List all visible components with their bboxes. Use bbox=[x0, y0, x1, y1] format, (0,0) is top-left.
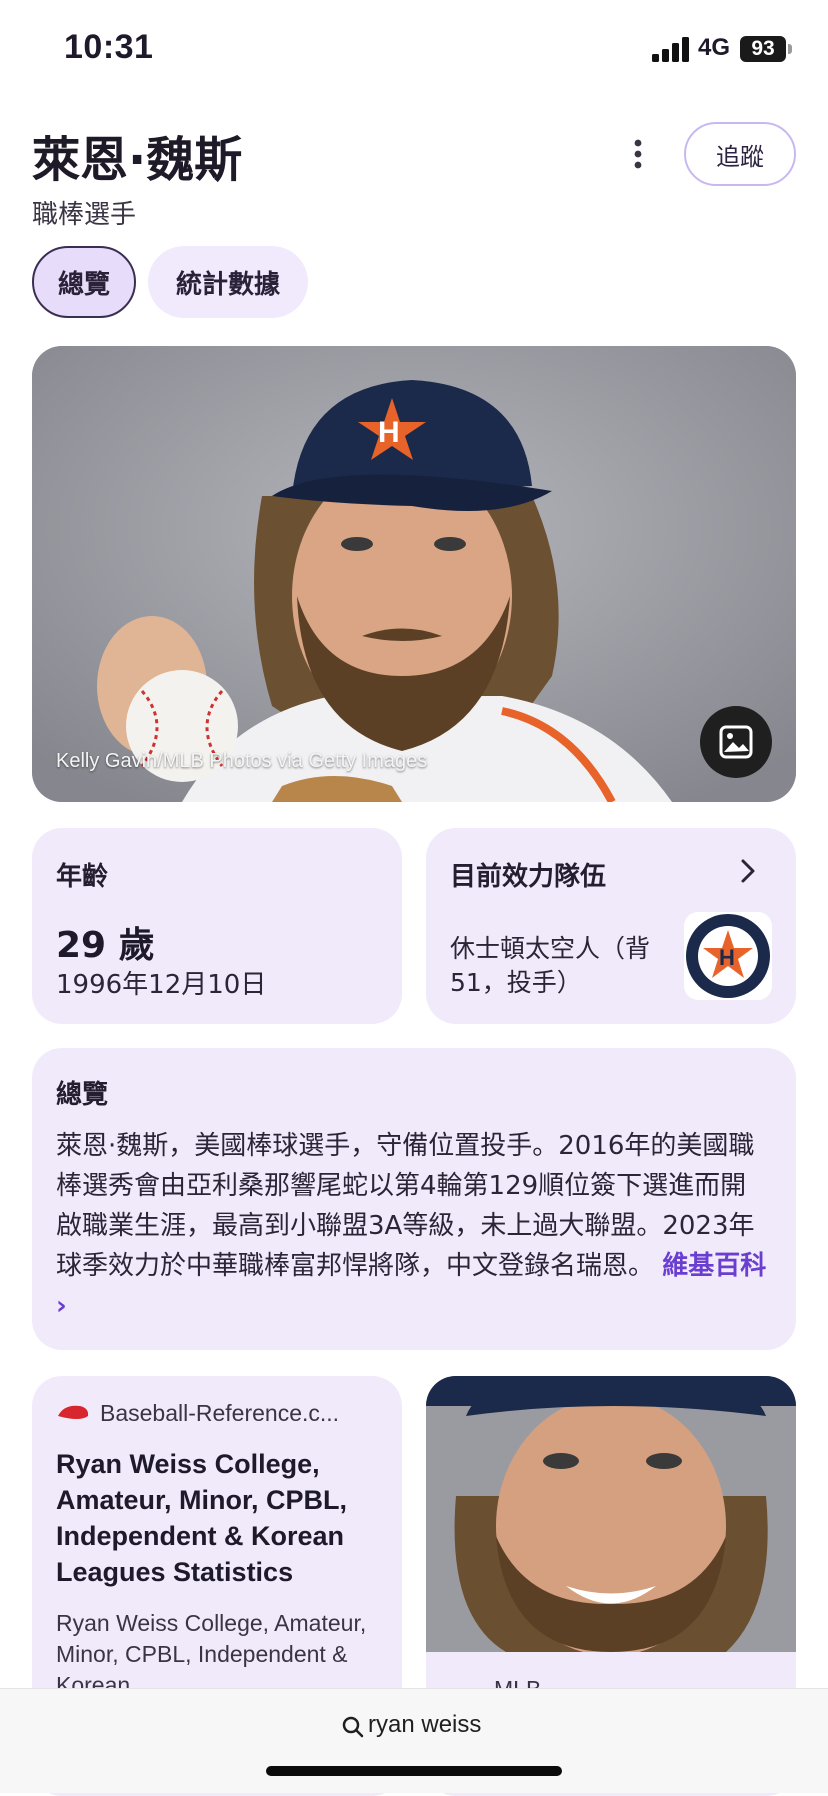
image-icon bbox=[719, 725, 753, 759]
svg-text:H: H bbox=[719, 945, 735, 970]
battery-tip bbox=[788, 44, 792, 54]
age-label: 年齡 bbox=[56, 862, 109, 892]
tab-statistics[interactable]: 統計數據 bbox=[148, 246, 308, 318]
chevron-right-icon bbox=[741, 859, 755, 883]
birthdate: 1996年12月10日 bbox=[56, 970, 267, 1000]
overview-body: 萊恩·魏斯，美國棒球選手，守備位置投手。2016年的美國職棒選秀會由亞利桑那響尾… bbox=[56, 1131, 755, 1281]
status-time: 10:31 bbox=[64, 28, 154, 66]
page-title: 萊恩·魏斯 bbox=[32, 132, 243, 188]
tab-overview[interactable]: 總覽 bbox=[32, 246, 136, 318]
more-options-icon[interactable] bbox=[620, 136, 656, 172]
astros-logo: H bbox=[684, 912, 772, 1000]
svg-text:H: H bbox=[378, 416, 400, 449]
network-label: 4G bbox=[698, 34, 731, 61]
bottom-search-bar[interactable] bbox=[0, 1688, 828, 1793]
battery-icon: 93 bbox=[740, 36, 786, 62]
photo-credit: Kelly Gavin/MLB Photos via Getty Images bbox=[56, 750, 428, 772]
current-team-label: 目前效力隊伍 bbox=[450, 862, 607, 892]
image-gallery-button[interactable] bbox=[700, 706, 772, 778]
overview-text: 萊恩·魏斯，美國棒球選手，守備位置投手。2016年的美國職棒選秀會由亞利桑那響尾… bbox=[56, 1126, 772, 1326]
current-team-description: 休士頓太空人（背51，投手） bbox=[450, 934, 651, 997]
player-photo[interactable]: H bbox=[32, 346, 796, 802]
follow-button[interactable]: 追蹤 bbox=[684, 122, 796, 186]
result-source: Baseball-Reference.c... bbox=[100, 1400, 340, 1426]
result-title[interactable]: Ryan Weiss College, Amateur, Minor, CPBL… bbox=[56, 1446, 386, 1590]
baseball-reference-logo-icon bbox=[58, 1405, 89, 1419]
mlb-player-photo[interactable] bbox=[426, 1376, 796, 1652]
search-query[interactable]: ryan weiss bbox=[368, 1711, 481, 1739]
home-indicator[interactable] bbox=[266, 1766, 562, 1776]
age-value: 29 歲 bbox=[56, 925, 155, 966]
search-icon bbox=[342, 1716, 364, 1738]
player-portrait-illustration: H bbox=[32, 346, 796, 802]
overview-label: 總覽 bbox=[56, 1080, 109, 1110]
signal-icon bbox=[652, 37, 689, 62]
page-subtitle: 職棒選手 bbox=[32, 200, 137, 230]
